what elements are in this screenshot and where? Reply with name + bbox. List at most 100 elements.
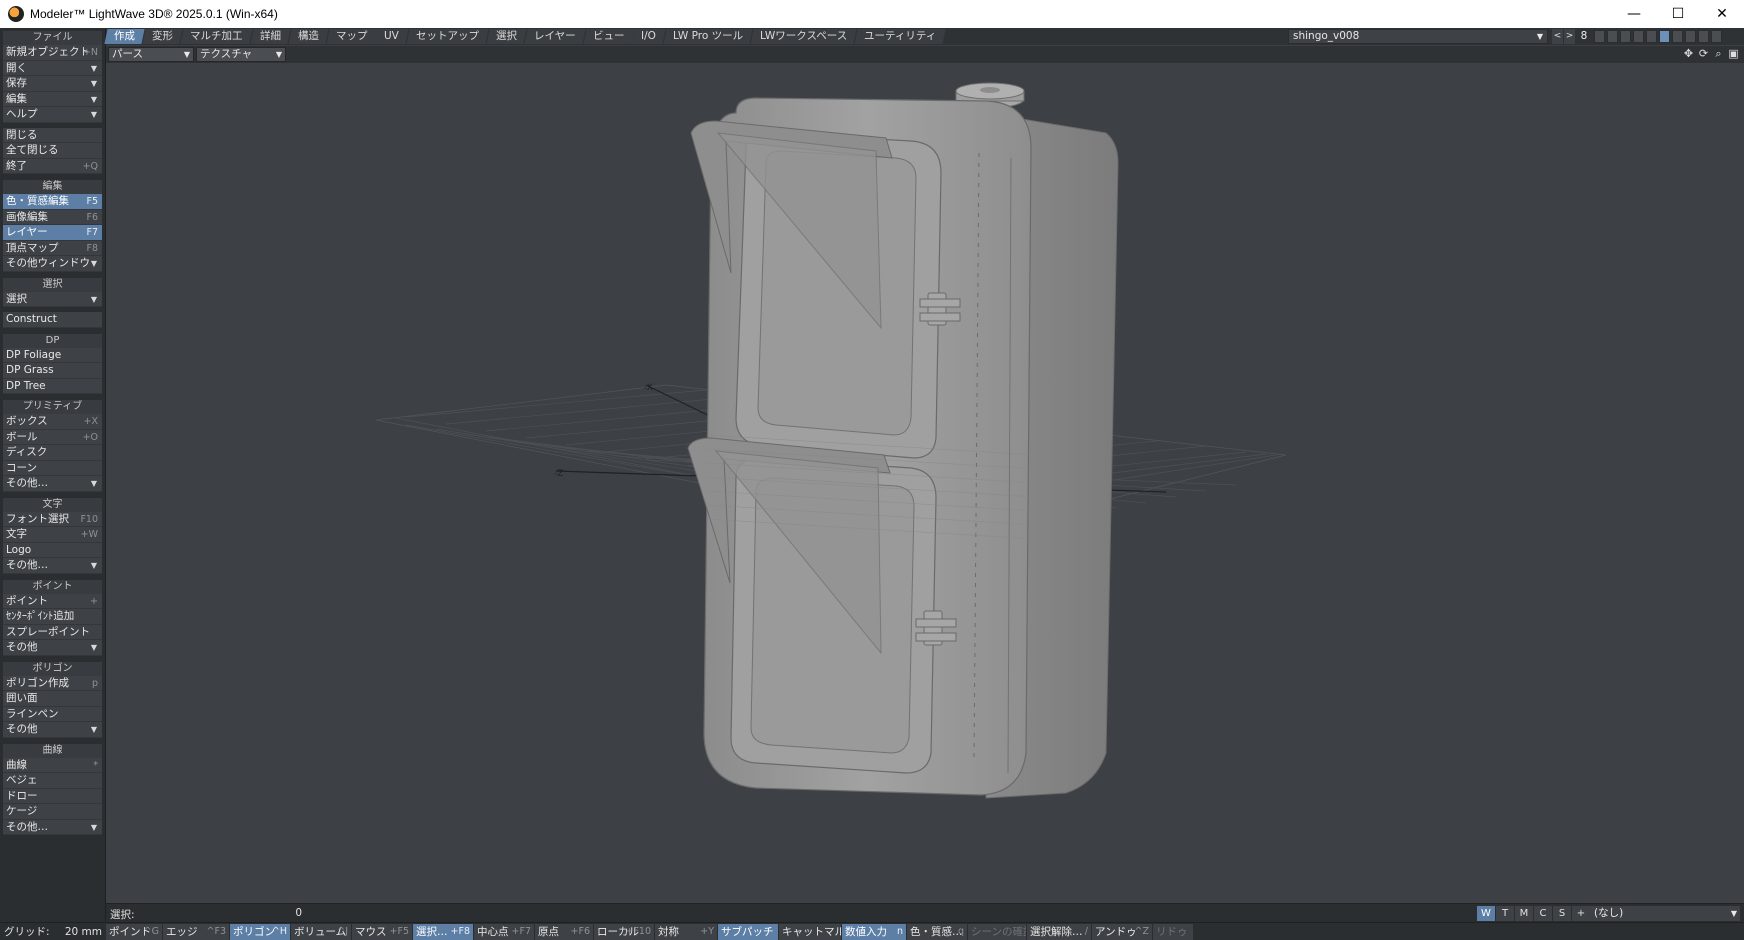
mode-button[interactable]: 対称 +Y <box>655 923 717 940</box>
tool-button[interactable]: コーン <box>3 460 102 476</box>
maximize-icon[interactable]: ▣ <box>1727 47 1740 61</box>
menu-tab[interactable]: 選択 <box>486 29 527 44</box>
tool-button[interactable]: その他… ▼ <box>3 558 102 574</box>
minimize-button[interactable]: — <box>1612 0 1656 28</box>
layer-box[interactable] <box>1594 30 1605 43</box>
tool-button[interactable]: 閉じる <box>3 127 102 143</box>
menu-tab[interactable]: セットアップ <box>406 29 489 44</box>
menu-tab[interactable]: レイヤー <box>524 29 586 44</box>
layer-box[interactable] <box>1607 30 1618 43</box>
layer-box[interactable] <box>1685 30 1696 43</box>
mode-button[interactable]: 数値入力 n <box>842 923 906 940</box>
mode-button[interactable]: サブパッチ <box>718 923 778 940</box>
view-toggle-button[interactable]: S <box>1553 906 1571 921</box>
tool-button[interactable]: ポイント + <box>3 593 102 609</box>
tool-button[interactable]: 新規オブジェクト +N <box>3 45 102 61</box>
menu-tab[interactable]: UV <box>374 29 409 44</box>
tool-button[interactable]: 文字 +W <box>3 527 102 543</box>
layer-box[interactable] <box>1711 30 1722 43</box>
mode-button[interactable]: リドゥ <box>1153 923 1193 940</box>
tool-button[interactable]: ｾﾝﾀｰﾎﾟｲﾝﾄ追加 <box>3 609 102 625</box>
mode-button[interactable]: 選択解除… / <box>1027 923 1091 940</box>
tool-button[interactable]: その他ウィンドウ ▼ <box>3 256 102 272</box>
tool-button[interactable]: その他… ▼ <box>3 819 102 835</box>
mode-button[interactable]: キャットマル <box>779 923 841 940</box>
mode-button[interactable]: 中心点 +F7 <box>474 923 534 940</box>
object-selector[interactable]: shingo_v008 ▼ <box>1288 29 1548 44</box>
view-toggle-button[interactable]: M <box>1515 906 1533 921</box>
tool-button[interactable]: 終了 +Q <box>3 158 102 174</box>
menu-tab[interactable]: 詳細 <box>249 29 291 44</box>
tool-button[interactable]: 頂点マップ F8 <box>3 240 102 256</box>
tool-button[interactable]: ディスク <box>3 445 102 461</box>
mode-button[interactable]: マウス +F5 <box>352 923 412 940</box>
tool-button[interactable]: その他 ▼ <box>3 640 102 656</box>
mode-button[interactable]: ボリューム ^J <box>291 923 351 940</box>
mode-button[interactable]: ポリゴン ^H <box>230 923 290 940</box>
view-toggle-button[interactable]: C <box>1534 906 1552 921</box>
tool-button[interactable]: DP Grass <box>3 363 102 379</box>
tool-button[interactable]: ボール +O <box>3 429 102 445</box>
mode-button[interactable]: アンドゥ ^Z <box>1092 923 1152 940</box>
maximize-button[interactable]: ☐ <box>1656 0 1700 28</box>
menu-tab[interactable]: マップ <box>325 29 377 44</box>
tool-button[interactable]: 保存 ▼ <box>3 76 102 92</box>
mode-button[interactable]: ポイント ^G <box>106 923 162 940</box>
tool-button[interactable]: 編集 ▼ <box>3 91 102 107</box>
tool-button[interactable]: ポリゴン作成 p <box>3 675 102 691</box>
view-mode-select[interactable]: パース ▼ <box>108 47 194 62</box>
menu-tab[interactable]: 変形 <box>142 29 183 44</box>
menu-tab[interactable]: I/O <box>631 29 666 44</box>
tool-button[interactable]: Logo <box>3 542 102 558</box>
tool-button[interactable]: フォント選択 F10 <box>3 511 102 527</box>
tool-button[interactable]: ボックス +X <box>3 414 102 430</box>
close-button[interactable]: ✕ <box>1700 0 1744 28</box>
mode-button[interactable]: 色・質感… q <box>907 923 967 940</box>
tool-button[interactable]: DP Foliage <box>3 347 102 363</box>
mode-button[interactable]: 原点 +F6 <box>535 923 593 940</box>
tool-button[interactable]: スプレーポイント <box>3 624 102 640</box>
tool-button[interactable]: その他 ▼ <box>3 722 102 738</box>
move-icon[interactable]: ✥ <box>1682 47 1695 61</box>
perspective-viewport[interactable]: -X +X -Z +Z <box>106 63 1744 903</box>
tool-button[interactable]: ドロー <box>3 788 102 804</box>
mode-button[interactable]: 選択… +F8 <box>413 923 473 940</box>
tool-button[interactable]: 選択 ▼ <box>3 291 102 307</box>
menu-tab[interactable]: ビュー <box>582 29 634 44</box>
render-mode-select[interactable]: テクスチャ ▼ <box>196 47 286 62</box>
layer-box[interactable] <box>1633 30 1644 43</box>
tool-button[interactable]: その他… ▼ <box>3 476 102 492</box>
view-toggle-button[interactable]: W <box>1477 906 1495 921</box>
layer-box[interactable] <box>1659 30 1670 43</box>
layer-box[interactable] <box>1672 30 1683 43</box>
menu-tab[interactable]: 構造 <box>287 29 329 44</box>
tool-button[interactable]: ベジェ <box>3 773 102 789</box>
menu-tab[interactable]: 作成 <box>104 29 145 44</box>
view-toggle-button[interactable]: + <box>1572 906 1590 921</box>
mode-button[interactable]: ローカル +F10 <box>594 923 654 940</box>
tool-button[interactable]: 色・質感編集 F5 <box>3 194 102 210</box>
tool-button[interactable]: 全て閉じる <box>3 143 102 159</box>
menu-tab[interactable]: マルチ加工 <box>180 29 253 44</box>
tool-button[interactable]: 画像編集 F6 <box>3 209 102 225</box>
tool-button[interactable]: 開く ▼ <box>3 60 102 76</box>
tool-button[interactable]: ヘルプ ▼ <box>3 107 102 123</box>
mode-button[interactable]: エッジ ^F3 <box>163 923 229 940</box>
layer-box[interactable] <box>1646 30 1657 43</box>
tool-button[interactable]: ラインペン <box>3 706 102 722</box>
layer-box[interactable] <box>1620 30 1631 43</box>
view-toggle-button[interactable]: T <box>1496 906 1514 921</box>
tool-button[interactable]: DP Tree <box>3 378 102 394</box>
tool-button[interactable]: Construct <box>3 312 102 328</box>
rotate-icon[interactable]: ⟳ <box>1697 47 1710 61</box>
next-object-button[interactable]: > <box>1564 29 1575 44</box>
tool-button[interactable]: ケージ <box>3 804 102 820</box>
menu-tab[interactable]: LWワークスペース <box>750 29 857 44</box>
tool-button[interactable]: 曲線 * <box>3 757 102 773</box>
mode-button[interactable]: シーンの確認 <box>968 923 1026 940</box>
zoom-icon[interactable]: ⌕ <box>1712 47 1725 61</box>
tool-button[interactable]: レイヤー F7 <box>3 225 102 241</box>
menu-tab[interactable]: ユーティリティ <box>854 29 947 44</box>
tool-button[interactable]: 囲い面 <box>3 691 102 707</box>
prev-object-button[interactable]: < <box>1552 29 1563 44</box>
